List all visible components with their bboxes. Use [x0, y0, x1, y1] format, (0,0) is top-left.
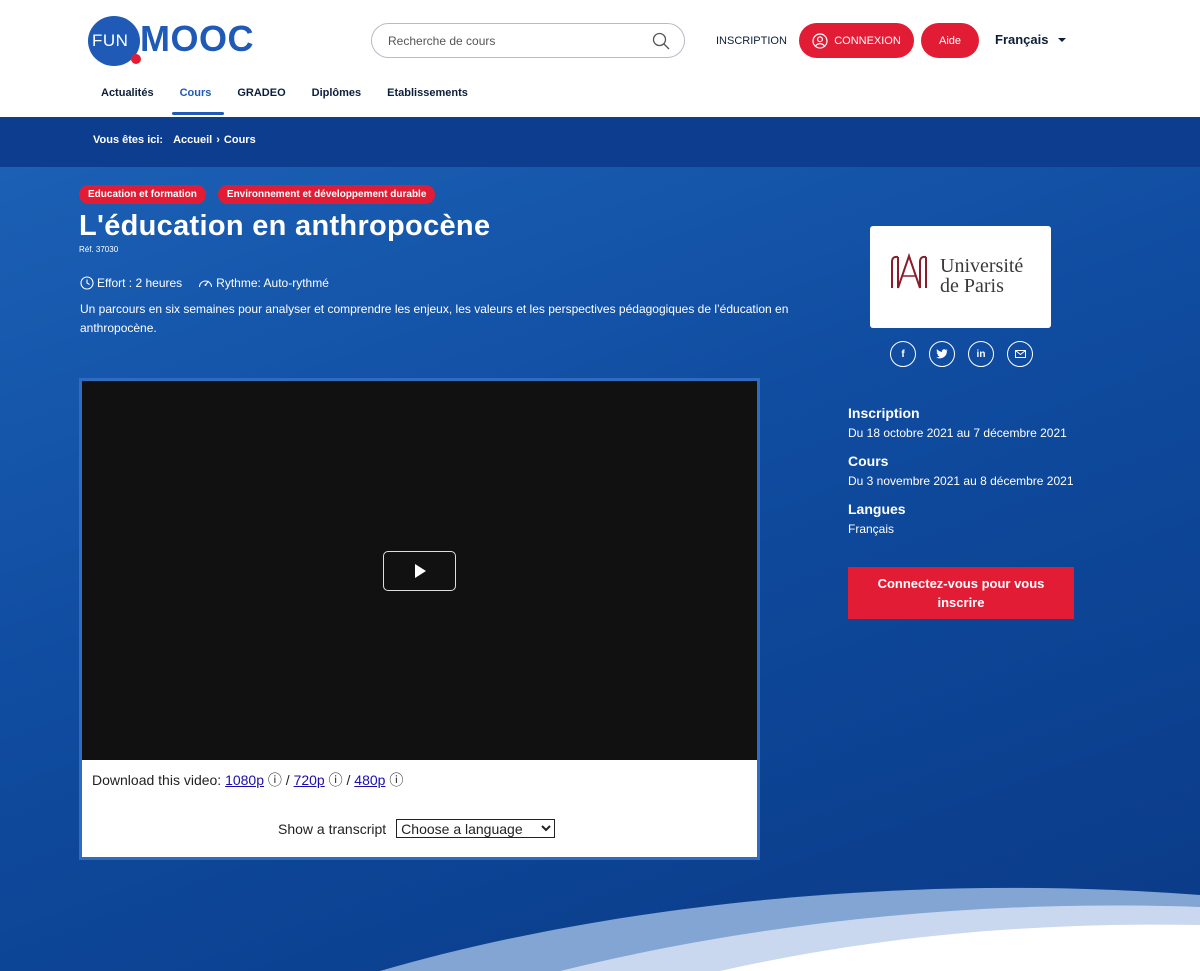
- partner-name-line2: de Paris: [940, 275, 1004, 297]
- tag-education-formation[interactable]: Education et formation: [79, 185, 206, 204]
- language-label: Français: [995, 32, 1049, 47]
- search-input[interactable]: [388, 31, 638, 51]
- partner-logo-card[interactable]: Université de Paris: [870, 226, 1051, 328]
- partner-name: Université de Paris: [940, 256, 1023, 296]
- video-player-container: Download this video: 1080p ⓘ / 720p ⓘ / …: [79, 378, 760, 860]
- breadcrumb-separator: ›: [216, 134, 220, 146]
- play-icon: [414, 564, 426, 578]
- download-720p-link[interactable]: 720p: [294, 772, 325, 788]
- social-share: f in: [890, 341, 1033, 367]
- download-separator: /: [346, 772, 351, 788]
- langues-block: Langues Français: [848, 501, 1074, 536]
- langues-title: Langues: [848, 501, 906, 517]
- info-icon: ⓘ: [328, 772, 343, 788]
- facebook-icon[interactable]: f: [890, 341, 916, 367]
- course-ref: Réf. 37030: [79, 245, 119, 254]
- search-box: [371, 23, 685, 58]
- video-screen[interactable]: [82, 381, 757, 760]
- connexion-label: CONNEXION: [834, 34, 901, 47]
- decorative-wave: [380, 887, 1200, 971]
- effort-text: Effort : 2 heures: [97, 276, 183, 290]
- search-icon[interactable]: [652, 32, 670, 50]
- video-download-links: Download this video: 1080p ⓘ / 720p ⓘ / …: [92, 770, 403, 790]
- user-icon: [812, 32, 828, 49]
- course-meta: Effort : 2 heures Rythme: Auto-rythmé: [80, 276, 329, 290]
- envelope-glyph: [1014, 350, 1026, 358]
- chevron-down-icon: [1058, 37, 1067, 42]
- download-480p-link[interactable]: 480p: [354, 772, 385, 788]
- inscription-dates: Du 18 octobre 2021 au 7 décembre 2021: [848, 426, 1067, 440]
- langues-value: Français: [848, 522, 895, 536]
- course-tags: Education et formation Environnement et …: [79, 185, 436, 204]
- email-icon[interactable]: [1007, 341, 1033, 367]
- course-description: Un parcours en six semaines pour analyse…: [80, 302, 789, 335]
- info-icon: ⓘ: [267, 772, 282, 788]
- nav-item-actualites[interactable]: Actualités: [88, 80, 167, 117]
- breadcrumb-home-link[interactable]: Accueil: [173, 134, 212, 146]
- fun-mooc-logo[interactable]: FUN MOOC: [88, 16, 254, 66]
- main-nav: Actualités Cours GRADEO Diplômes Etablis…: [88, 80, 481, 117]
- rhythm-text: Rythme: Auto-rythmé: [216, 276, 329, 290]
- course-hero: Education et formation Environnement et …: [0, 167, 1200, 971]
- site-header: FUN MOOC INSCRIPTION CONNEXION Aide Fran…: [0, 0, 1200, 117]
- nav-item-gradeo[interactable]: GRADEO: [224, 80, 298, 117]
- transcript-row: Show a transcript Choose a language: [278, 819, 556, 838]
- nav-item-diplomes[interactable]: Diplômes: [299, 80, 375, 117]
- logo-mooc-text: MOOC: [140, 18, 254, 59]
- breadcrumb-band: Vous êtes ici: Accueil › Cours: [0, 117, 1200, 167]
- twitter-icon[interactable]: [929, 341, 955, 367]
- effort-item: Effort : 2 heures: [80, 276, 182, 290]
- breadcrumb: Vous êtes ici: Accueil › Cours: [93, 134, 256, 146]
- clock-icon: [80, 276, 94, 290]
- connexion-button[interactable]: CONNEXION: [799, 23, 914, 58]
- linkedin-icon[interactable]: in: [968, 341, 994, 367]
- download-1080p-link[interactable]: 1080p: [225, 772, 264, 788]
- inscription-block: Inscription Du 18 octobre 2021 au 7 déce…: [848, 405, 1074, 440]
- logo-dot: [131, 54, 141, 64]
- course-info-panel: Inscription Du 18 octobre 2021 au 7 déce…: [848, 405, 1074, 549]
- transcript-language-select[interactable]: Choose a language: [396, 819, 556, 838]
- transcript-label: Show a transcript: [278, 820, 387, 837]
- linkedin-glyph: in: [976, 348, 986, 360]
- course-title: L'éducation en anthropocène: [79, 210, 491, 242]
- inscription-title: Inscription: [848, 405, 920, 421]
- language-selector[interactable]: Français: [995, 32, 1067, 47]
- cours-block: Cours Du 3 novembre 2021 au 8 décembre 2…: [848, 453, 1074, 488]
- header-inscription-link[interactable]: INSCRIPTION: [716, 35, 787, 47]
- nav-item-etablissements[interactable]: Etablissements: [374, 80, 481, 117]
- cours-title: Cours: [848, 453, 889, 469]
- breadcrumb-cours-link[interactable]: Cours: [224, 134, 256, 146]
- partner-name-line1: Université: [940, 255, 1024, 277]
- cours-dates: Du 3 novembre 2021 au 8 décembre 2021: [848, 474, 1074, 488]
- facebook-glyph: f: [901, 348, 905, 360]
- twitter-bird-glyph: [936, 349, 948, 359]
- universite-de-paris-emblem: [891, 252, 927, 289]
- nav-item-cours[interactable]: Cours: [167, 80, 225, 117]
- rhythm-item: Rythme: Auto-rythmé: [198, 276, 329, 290]
- info-icon: ⓘ: [389, 772, 404, 788]
- logo-fun-text: FUN: [92, 31, 129, 50]
- gauge-icon: [199, 280, 213, 288]
- aide-button[interactable]: Aide: [921, 23, 979, 58]
- tag-environnement[interactable]: Environnement et développement durable: [217, 185, 436, 204]
- play-button[interactable]: [383, 551, 456, 591]
- download-separator: /: [285, 772, 290, 788]
- breadcrumb-label: Vous êtes ici:: [93, 134, 164, 146]
- download-label: Download this video:: [92, 772, 222, 788]
- login-to-enroll-button[interactable]: Connectez-vous pour vous inscrire: [848, 567, 1074, 619]
